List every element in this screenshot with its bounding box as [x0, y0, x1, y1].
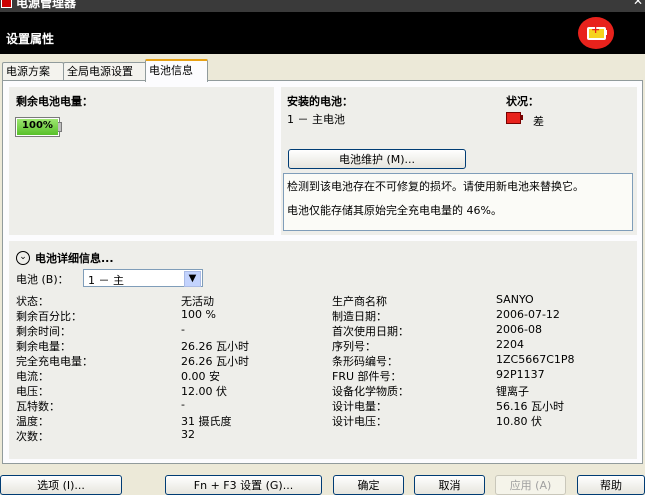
battery-details-box: ⌄ 电池详细信息... 电池 (B)： 1 － 主 ▼ 状态： 无活动剩余百分比：… [9, 241, 637, 459]
left-value: 26.26 瓦小时 [181, 355, 249, 368]
button-bar: 选项 (I)... Fn + F3 设置 (G)... 确定 取消 应用 (A)… [0, 474, 645, 495]
window-title: 电源管理器 [16, 0, 77, 10]
left-value: 31 摄氏度 [181, 415, 232, 428]
fn-f3-settings-button[interactable]: Fn + F3 设置 (G)... [165, 475, 322, 495]
right-value: 56.16 瓦小时 [496, 400, 564, 413]
left-value: 100 % [181, 308, 216, 321]
left-value: - [181, 398, 185, 411]
left-label: 电压： [16, 385, 49, 398]
right-label: 制造日期： [332, 310, 387, 323]
warning-line-1: 检测到该电池存在不可修复的损坏。请使用新电池来替换它。 [287, 180, 584, 193]
app-icon [1, 0, 12, 8]
right-value: SANYO [496, 293, 534, 306]
close-icon[interactable]: ✕ [633, 0, 643, 8]
battery-charging-icon: + [578, 17, 614, 49]
remaining-charge-title: 剩余电池电量： [16, 95, 93, 108]
chevron-down-icon[interactable]: ▼ [184, 271, 201, 287]
battery-select[interactable]: 1 － 主 ▼ [83, 269, 203, 287]
right-label: 条形码编号： [332, 355, 398, 368]
right-value: 2006-08 [496, 323, 542, 336]
right-value: 2204 [496, 338, 524, 351]
warning-line-2: 电池仅能存储其原始完全充电电量的 46%。 [287, 204, 502, 217]
battery-level-gauge: 100% [15, 117, 60, 137]
cancel-button[interactable]: 取消 [414, 475, 485, 495]
installed-battery-item: 1 － 主电池 [287, 113, 345, 126]
tab-global-power-settings[interactable]: 全局电源设置 [63, 62, 149, 80]
header-banner: 设置属性 + [0, 12, 645, 54]
left-label: 次数： [16, 430, 49, 443]
left-label: 电流： [16, 370, 49, 383]
right-label: 序列号： [332, 340, 376, 353]
battery-terminal [58, 122, 62, 132]
apply-button[interactable]: 应用 (A) [495, 475, 566, 495]
left-label: 剩余百分比： [16, 310, 82, 323]
left-value: 12.00 伏 [181, 385, 227, 398]
battery-maintenance-button[interactable]: 电池维护 (M)... [288, 149, 466, 169]
right-value: 锂离子 [496, 385, 529, 398]
right-label: 设备化学物质： [332, 385, 409, 398]
left-label: 剩余电量： [16, 340, 71, 353]
title-bar: 电源管理器 ✕ [0, 0, 645, 12]
left-label: 瓦特数： [16, 400, 60, 413]
right-label: 首次使用日期： [332, 325, 409, 338]
help-button[interactable]: 帮助 [577, 475, 645, 495]
right-value: 2006-07-12 [496, 308, 560, 321]
right-value: 10.80 伏 [496, 415, 542, 428]
left-value: 32 [181, 428, 195, 441]
details-title: 电池详细信息... [35, 252, 114, 265]
right-label: 设计电压： [332, 415, 387, 428]
tab-battery-info[interactable]: 电池信息 [145, 59, 208, 82]
battery-select-label: 电池 (B)： [16, 273, 69, 286]
left-value: 无活动 [181, 295, 214, 308]
left-label: 温度： [16, 415, 49, 428]
battery-warning-message: 检测到该电池存在不可修复的损坏。请使用新电池来替换它。 电池仅能存储其原始完全充… [283, 173, 633, 231]
collapse-chevron-icon[interactable]: ⌄ [16, 251, 30, 265]
left-value: 0.00 安 [181, 370, 220, 383]
ok-button[interactable]: 确定 [333, 475, 404, 495]
right-label: FRU 部件号： [332, 370, 402, 383]
battery-red-icon [506, 112, 521, 124]
status-value: 差 [533, 115, 544, 128]
tab-power-scheme[interactable]: 电源方案 [2, 62, 64, 80]
installed-battery-title: 安装的电池： [287, 95, 353, 108]
left-value: - [181, 323, 185, 336]
left-value: 26.26 瓦小时 [181, 340, 249, 353]
battery-info-panel: 剩余电池电量： 100% 安装的电池： 1 － 主电池 状况： 差 电池维护 (… [2, 80, 643, 464]
right-label: 设计电量： [332, 400, 387, 413]
right-label: 生产商名称 [332, 295, 387, 308]
right-value: 92P1137 [496, 368, 545, 381]
left-label: 剩余时间： [16, 325, 71, 338]
right-value: 1ZC5667C1P8 [496, 353, 575, 366]
left-label: 完全充电电量： [16, 355, 93, 368]
battery-level-text: 100% [22, 120, 53, 131]
header-title: 设置属性 [6, 32, 55, 46]
left-label: 状态： [16, 295, 49, 308]
options-button[interactable]: 选项 (I)... [0, 475, 122, 495]
battery-select-value: 1 － 主 [88, 274, 124, 287]
status-title: 状况： [506, 95, 539, 108]
remaining-charge-box: 剩余电池电量： 100% [9, 87, 274, 235]
